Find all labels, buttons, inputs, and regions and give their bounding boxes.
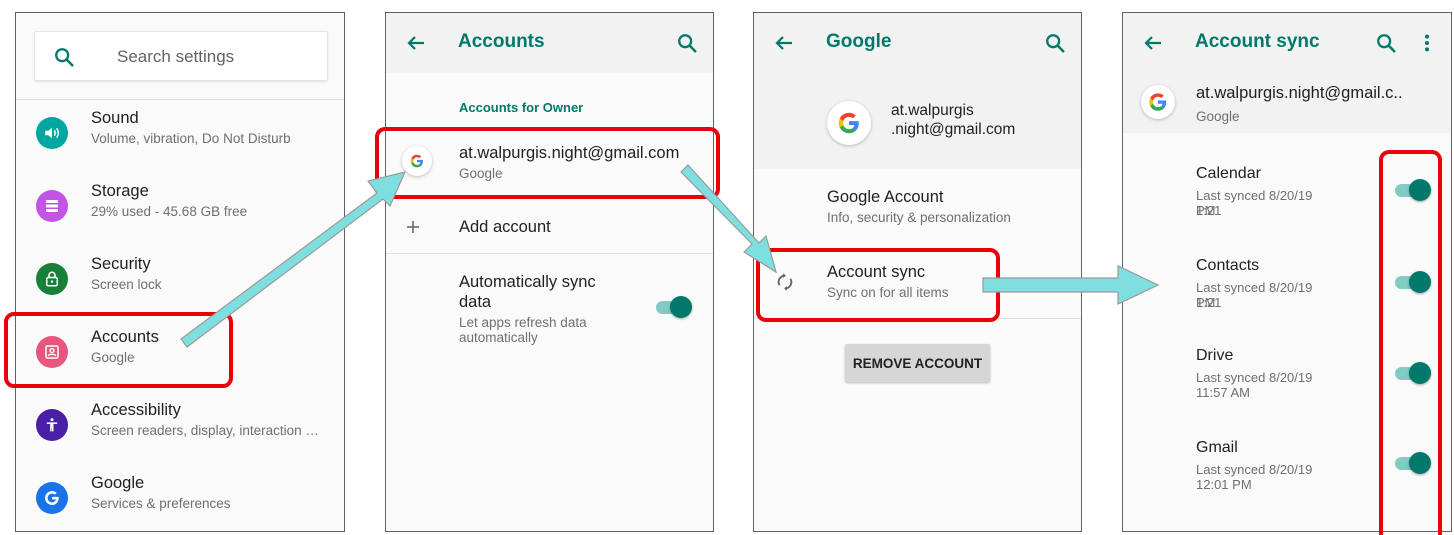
account-email-line1: at.walpurgis: [891, 102, 974, 119]
settings-item-accounts[interactable]: Accounts Google: [16, 326, 344, 396]
settings-item-storage[interactable]: Storage 29% used - 45.68 GB free: [16, 180, 344, 250]
drive-sync-toggle[interactable]: [1395, 362, 1431, 384]
google-g-icon: [36, 482, 68, 514]
settings-item-title: Sound: [91, 109, 139, 127]
screen-title: Accounts: [458, 31, 545, 52]
account-sync-title: Account sync: [827, 263, 926, 281]
account-email: at.walpurgis.night@gmail.com: [459, 144, 680, 162]
settings-item-google[interactable]: Google Services & preferences: [16, 472, 344, 531]
account-provider: Google: [459, 166, 503, 181]
account-sync-screen: Account sync at.walpurgis.night@gmail.c.…: [1122, 12, 1452, 532]
divider: [386, 253, 713, 254]
lock-icon: [36, 263, 68, 295]
more-options-icon[interactable]: [1416, 32, 1438, 54]
search-settings-bar[interactable]: Search settings: [34, 31, 328, 81]
settings-item-accessibility[interactable]: Accessibility Screen readers, display, i…: [16, 399, 344, 469]
settings-item-subtitle: Screen readers, display, interaction …: [91, 423, 319, 438]
sync-item-title: Contacts: [1196, 257, 1260, 274]
screen-title: Google: [826, 31, 892, 52]
search-icon[interactable]: [1044, 32, 1066, 54]
settings-item-title: Accessibility: [91, 401, 181, 419]
account-email-line2: .night@gmail.com: [891, 121, 1016, 138]
back-arrow-icon[interactable]: [772, 31, 796, 55]
account-provider: Google: [1196, 109, 1240, 124]
search-placeholder: Search settings: [117, 47, 235, 66]
sync-item-line1: Last synced 8/20/19: [1196, 370, 1313, 385]
app-bar: Accounts: [386, 13, 713, 73]
google-account-subtitle: Info, security & personalization: [827, 210, 1011, 225]
sync-icon: [777, 273, 793, 291]
account-header: at.walpurgis .night@gmail.com: [754, 73, 1081, 169]
sync-item-line1: Last synced 8/20/19: [1196, 462, 1313, 477]
settings-item-security[interactable]: Security Screen lock: [16, 253, 344, 323]
accessibility-icon: [36, 409, 68, 441]
sync-item-title: Drive: [1196, 347, 1234, 364]
settings-item-subtitle: Volume, vibration, Do Not Disturb: [91, 131, 291, 146]
auto-sync-toggle[interactable]: [656, 296, 692, 318]
volume-icon: [36, 117, 68, 149]
sync-item-line2: 12:01 PM: [1196, 477, 1252, 492]
sync-item-title: Calendar: [1196, 165, 1261, 182]
account-email: at.walpurgis.night@gmail.c..: [1196, 84, 1403, 102]
remove-account-button[interactable]: REMOVE ACCOUNT: [845, 344, 990, 382]
gmail-sync-toggle[interactable]: [1395, 452, 1431, 474]
search-icon[interactable]: [676, 32, 698, 54]
auto-sync-subtitle-line1: Let apps refresh data: [459, 315, 587, 330]
account-header: at.walpurgis.night@gmail.c.. Google: [1123, 73, 1451, 133]
sync-item-line2: PM: [1196, 295, 1216, 310]
section-header: Accounts for Owner: [459, 100, 584, 115]
settings-item-title: Security: [91, 255, 151, 273]
settings-item-sound[interactable]: Sound Volume, vibration, Do Not Disturb: [16, 107, 344, 177]
calendar-sync-toggle[interactable]: [1395, 179, 1431, 201]
google-g-icon: [1141, 85, 1175, 119]
back-arrow-icon[interactable]: [1141, 31, 1165, 55]
google-account-title: Google Account: [827, 188, 944, 206]
sync-item-title: Gmail: [1196, 439, 1238, 456]
google-g-icon: [827, 101, 871, 145]
app-bar: Account sync: [1123, 13, 1451, 73]
search-icon: [55, 48, 74, 67]
settings-item-title: Storage: [91, 182, 149, 200]
auto-sync-subtitle-line2: automatically: [459, 330, 538, 345]
account-box-icon: [36, 336, 68, 368]
divider: [754, 318, 1081, 319]
auto-sync-title-line2: data: [459, 293, 492, 311]
settings-item-title: Google: [91, 474, 145, 492]
account-sync-subtitle: Sync on for all items: [827, 285, 949, 300]
sync-item-line2: PM: [1196, 203, 1216, 218]
accounts-screen: Accounts Accounts for Owner at.walpurgis…: [385, 12, 714, 532]
settings-item-subtitle: 29% used - 45.68 GB free: [91, 204, 248, 219]
settings-item-subtitle: Google: [91, 350, 135, 365]
plus-icon: [407, 221, 419, 233]
divider: [16, 99, 344, 100]
app-bar: Google: [754, 13, 1081, 73]
screen-title: Account sync: [1195, 31, 1320, 52]
settings-item-title: Accounts: [91, 328, 159, 346]
google-account-screen: Google at.walpurgis .night@gmail.com Goo…: [753, 12, 1082, 532]
settings-screen: Search settings Sound Volume, vibration,…: [15, 12, 345, 532]
settings-item-subtitle: Screen lock: [91, 277, 162, 292]
contacts-sync-toggle[interactable]: [1395, 271, 1431, 293]
sync-item-line2: 11:57 AM: [1196, 385, 1250, 400]
add-account-label: Add account: [459, 218, 551, 236]
storage-icon: [36, 190, 68, 222]
google-g-icon: [402, 146, 432, 176]
settings-item-subtitle: Services & preferences: [91, 496, 231, 511]
search-icon[interactable]: [1375, 32, 1397, 54]
back-arrow-icon[interactable]: [404, 31, 428, 55]
auto-sync-title-line1: Automatically sync: [459, 273, 596, 291]
